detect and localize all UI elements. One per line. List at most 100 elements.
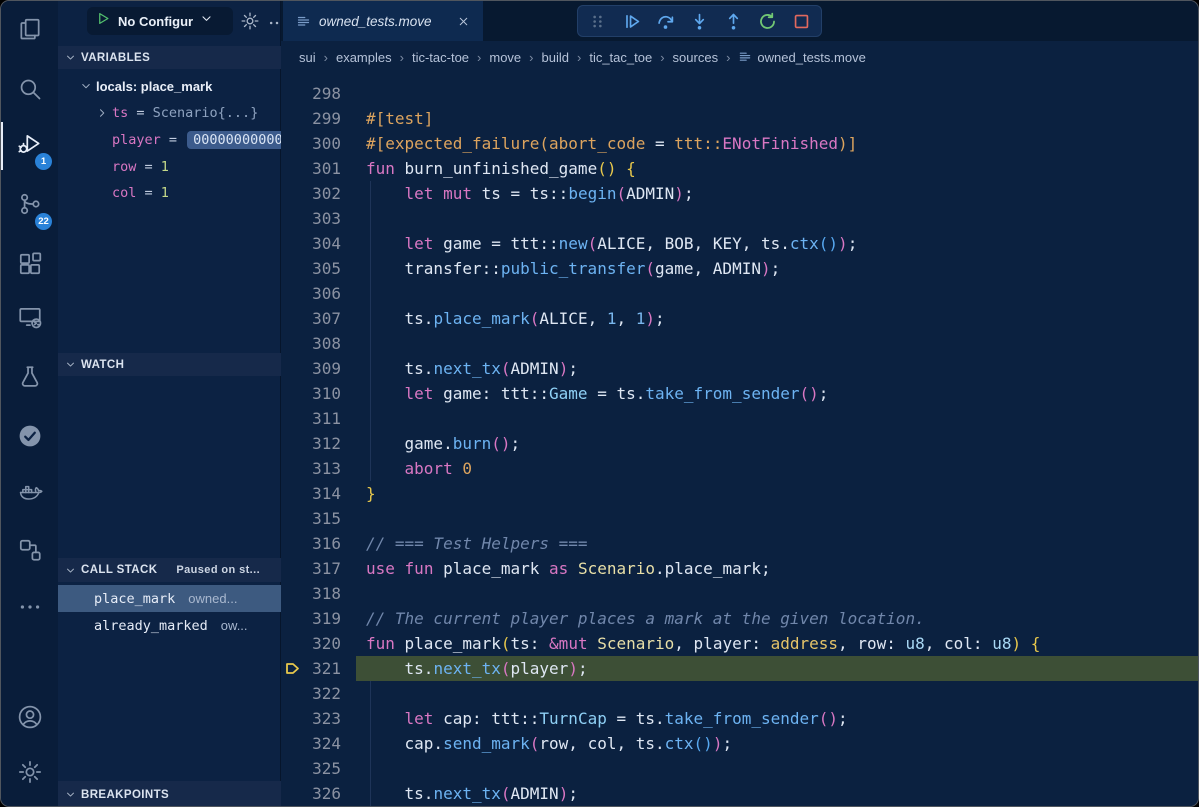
code-line[interactable]: 317use fun place_mark as Scenario.place_… — [281, 556, 1199, 581]
code-line[interactable]: 318 — [281, 581, 1199, 606]
variable-row-col[interactable]: col = 1 — [58, 180, 319, 206]
code-line[interactable]: 311 — [281, 406, 1199, 431]
activity-item-references[interactable] — [1, 534, 58, 570]
gripper-handle[interactable] — [588, 12, 607, 31]
activity-item-source-control[interactable]: 22 — [1, 188, 58, 224]
line-number[interactable]: 325 — [281, 756, 341, 781]
line-number[interactable]: 308 — [281, 331, 341, 356]
code-line[interactable]: 316// === Test Helpers === — [281, 531, 1199, 556]
code-line[interactable]: 314} — [281, 481, 1199, 506]
activity-item-testing[interactable] — [1, 361, 58, 397]
code-line[interactable]: 321 ts.next_tx(player); — [281, 656, 1199, 681]
code-line[interactable]: 302 let mut ts = ts::begin(ADMIN); — [281, 181, 1199, 206]
stop-button[interactable] — [792, 12, 811, 31]
code-line[interactable]: 313 abort 0 — [281, 456, 1199, 481]
variable-row-player[interactable]: player = 000000000000… — [58, 127, 319, 153]
debug-settings-gear-icon[interactable] — [240, 11, 260, 36]
activity-item-remote-explorer[interactable] — [1, 301, 58, 337]
code-line[interactable]: 299#[test] — [281, 106, 1199, 131]
breadcrumb-item[interactable]: tic_tac_toe — [589, 50, 652, 65]
line-number[interactable]: 301 — [281, 156, 341, 181]
breadcrumb-file[interactable]: owned_tests.move — [738, 50, 865, 65]
variable-row-row[interactable]: row = 1 — [58, 154, 319, 180]
code-editor[interactable]: 298299#[test]300#[expected_failure(abort… — [281, 73, 1199, 807]
variable-row-ts[interactable]: ts = Scenario{...} — [58, 100, 319, 126]
line-number[interactable]: 317 — [281, 556, 341, 581]
step-into-button[interactable] — [690, 12, 709, 31]
tab-owned-tests-move[interactable]: owned_tests.move — [283, 1, 483, 41]
line-number[interactable]: 306 — [281, 281, 341, 306]
line-number[interactable]: 305 — [281, 256, 341, 281]
code-line[interactable]: 320fun place_mark(ts: &mut Scenario, pla… — [281, 631, 1199, 656]
line-number[interactable]: 300 — [281, 131, 341, 156]
line-number[interactable]: 314 — [281, 481, 341, 506]
code-line[interactable]: 325 — [281, 756, 1199, 781]
line-number[interactable]: 298 — [281, 81, 341, 106]
line-number[interactable]: 307 — [281, 306, 341, 331]
code-line[interactable]: 301fun burn_unfinished_game() { — [281, 156, 1199, 181]
code-line[interactable]: 304 let game = ttt::new(ALICE, BOB, KEY,… — [281, 231, 1199, 256]
line-number[interactable]: 326 — [281, 781, 341, 806]
stack-frame-already_marked[interactable]: already_markedow... — [58, 612, 281, 639]
breadcrumb-item[interactable]: examples — [336, 50, 392, 65]
line-number[interactable]: 312 — [281, 431, 341, 456]
breadcrumb-item[interactable]: move — [489, 50, 521, 65]
activity-item-tasks[interactable] — [1, 420, 58, 456]
line-number[interactable]: 303 — [281, 206, 341, 231]
code-line[interactable]: 305 transfer::public_transfer(game, ADMI… — [281, 256, 1199, 281]
line-number[interactable]: 299 — [281, 106, 341, 131]
code-line[interactable]: 322 — [281, 681, 1199, 706]
activity-item-settings[interactable] — [1, 756, 58, 792]
code-line[interactable]: 324 cap.send_mark(row, col, ts.ctx()); — [281, 731, 1199, 756]
line-number[interactable]: 320 — [281, 631, 341, 656]
line-number[interactable]: 319 — [281, 606, 341, 631]
tab-close-icon[interactable] — [457, 15, 470, 28]
code-line[interactable]: 312 game.burn(); — [281, 431, 1199, 456]
activity-item-account[interactable] — [1, 701, 58, 737]
activity-item-run-and-debug[interactable]: 1 — [1, 128, 58, 164]
activity-item-more[interactable] — [1, 591, 58, 627]
code-line[interactable]: 308 — [281, 331, 1199, 356]
launch-config-dropdown[interactable]: No Configur — [87, 7, 233, 35]
line-number[interactable]: 316 — [281, 531, 341, 556]
step-out-button[interactable] — [724, 12, 743, 31]
breadcrumb-item[interactable]: tic-tac-toe — [412, 50, 469, 65]
code-line[interactable]: 309 ts.next_tx(ADMIN); — [281, 356, 1199, 381]
chevron-right-icon[interactable] — [96, 107, 108, 119]
code-line[interactable]: 303 — [281, 206, 1199, 231]
code-line[interactable]: 326 ts.next_tx(ADMIN); — [281, 781, 1199, 806]
stack-frame-place_mark[interactable]: place_markowned... — [58, 585, 281, 612]
code-line[interactable]: 300#[expected_failure(abort_code = ttt::… — [281, 131, 1199, 156]
activity-item-explorer[interactable] — [1, 13, 58, 49]
breadcrumb-item[interactable]: sui — [299, 50, 316, 65]
code-line[interactable]: 306 — [281, 281, 1199, 306]
line-number[interactable]: 318 — [281, 581, 341, 606]
watch-section-header[interactable]: WATCH — [58, 353, 281, 376]
code-line[interactable]: 319// The current player places a mark a… — [281, 606, 1199, 631]
line-number[interactable]: 324 — [281, 731, 341, 756]
activity-item-search[interactable] — [1, 73, 58, 109]
activity-item-docker[interactable] — [1, 475, 58, 511]
line-number[interactable]: 302 — [281, 181, 341, 206]
line-number[interactable]: 315 — [281, 506, 341, 531]
breadcrumb-item[interactable]: sources — [673, 50, 719, 65]
line-number[interactable]: 304 — [281, 231, 341, 256]
breadcrumb-item[interactable]: build — [542, 50, 569, 65]
line-number[interactable]: 323 — [281, 706, 341, 731]
continue-button[interactable] — [622, 12, 641, 31]
breakpoints-section-header[interactable]: BREAKPOINTS — [58, 781, 281, 807]
variables-scope-row[interactable]: locals: place_mark — [58, 73, 303, 99]
code-line[interactable]: 310 let game: ttt::Game = ts.take_from_s… — [281, 381, 1199, 406]
step-over-button[interactable] — [656, 12, 675, 31]
line-number[interactable]: 311 — [281, 406, 341, 431]
restart-button[interactable] — [758, 12, 777, 31]
line-number[interactable]: 309 — [281, 356, 341, 381]
code-line[interactable]: 307 ts.place_mark(ALICE, 1, 1); — [281, 306, 1199, 331]
variables-section-header[interactable]: VARIABLES — [58, 46, 281, 69]
code-line[interactable]: 323 let cap: ttt::TurnCap = ts.take_from… — [281, 706, 1199, 731]
code-line[interactable]: 315 — [281, 506, 1199, 531]
code-line[interactable]: 298 — [281, 81, 1199, 106]
line-number[interactable]: 310 — [281, 381, 341, 406]
line-number[interactable]: 313 — [281, 456, 341, 481]
activity-item-extensions[interactable] — [1, 248, 58, 284]
